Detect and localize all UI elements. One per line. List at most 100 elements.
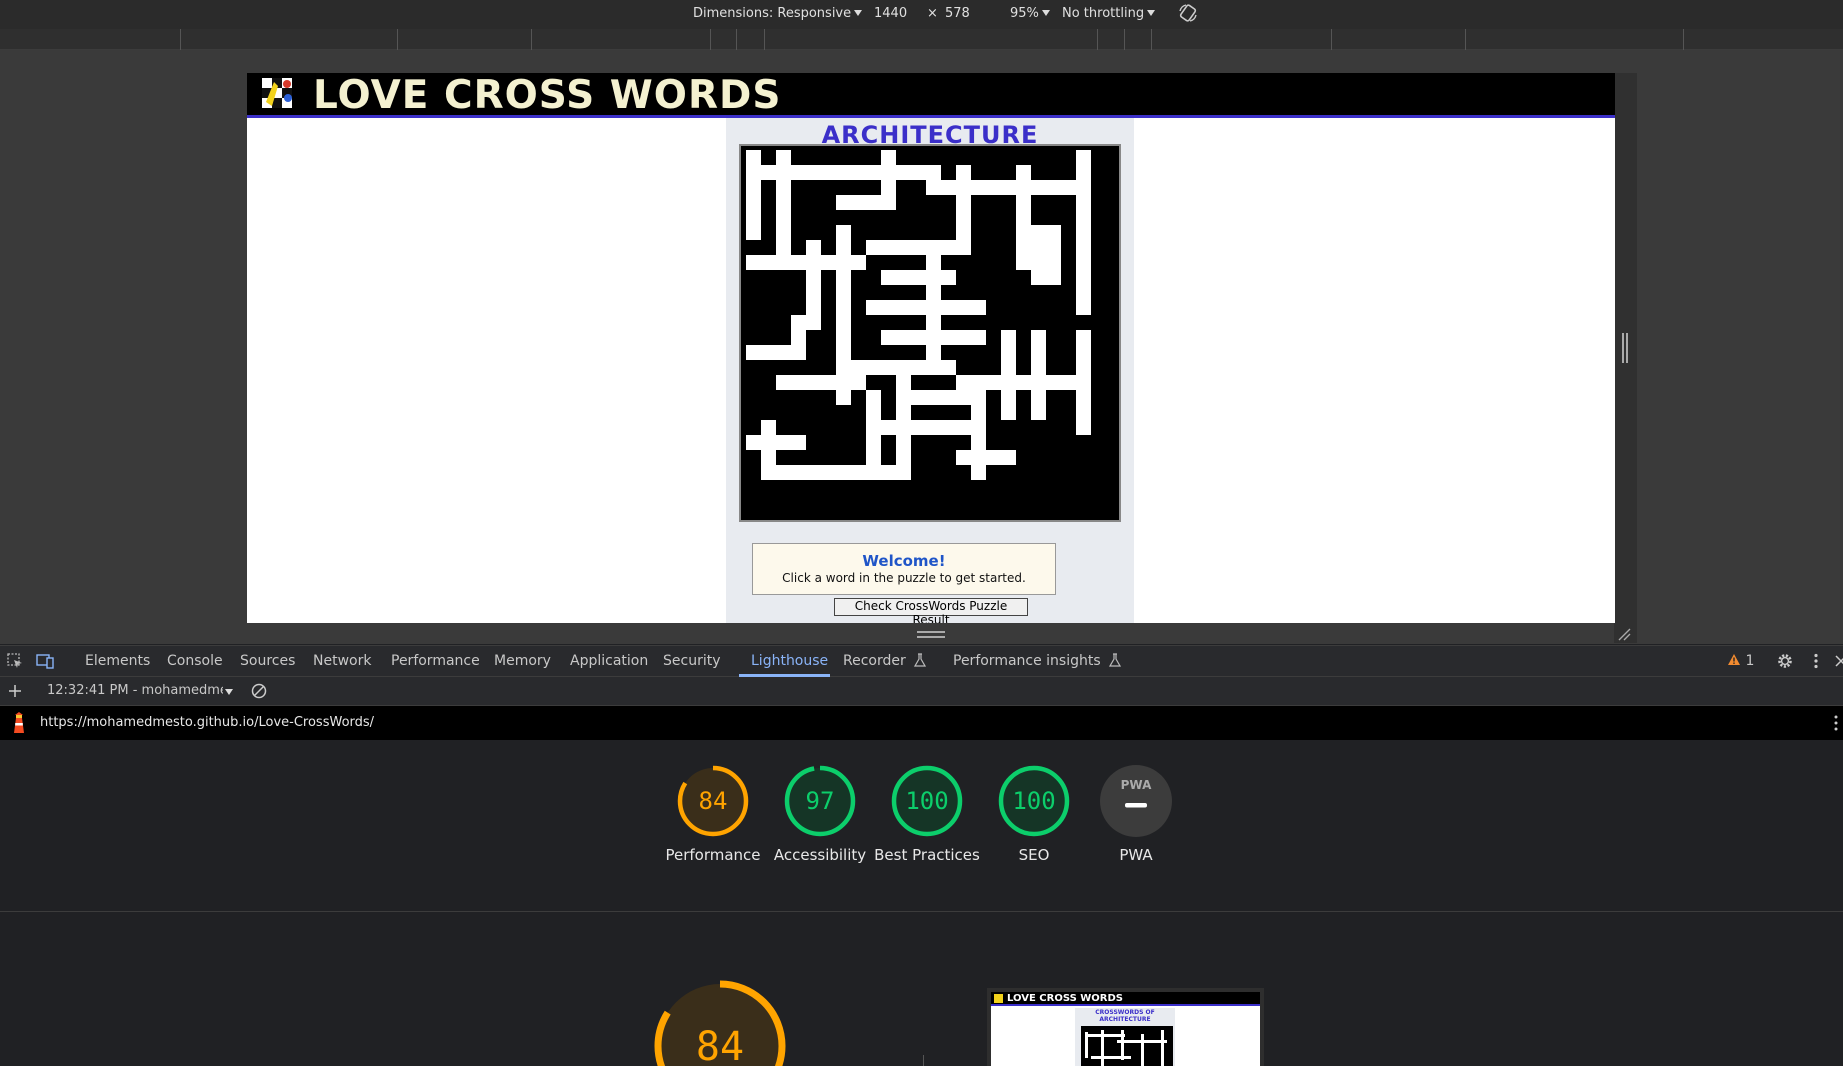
grid-cell[interactable] [896,360,911,375]
chevron-down-icon[interactable] [225,689,233,695]
grid-cell[interactable] [806,315,821,330]
tab-performance-insights[interactable]: Performance insights [953,653,1122,669]
grid-cell[interactable] [926,420,941,435]
grid-cell[interactable] [806,240,821,255]
grid-cell[interactable] [791,330,806,345]
grid-cell[interactable] [806,465,821,480]
grid-cell[interactable] [986,450,1001,465]
grid-cell[interactable] [1016,255,1031,270]
grid-cell[interactable] [1016,210,1031,225]
grid-cell[interactable] [881,300,896,315]
grid-cell[interactable] [881,465,896,480]
grid-cell[interactable] [881,195,896,210]
tab-security[interactable]: Security [663,653,721,669]
grid-cell[interactable] [926,255,941,270]
grid-cell[interactable] [926,315,941,330]
grid-cell[interactable] [1031,405,1046,420]
grid-cell[interactable] [1076,420,1091,435]
grid-cell[interactable] [1076,210,1091,225]
grid-cell[interactable] [971,420,986,435]
grid-cell[interactable] [911,240,926,255]
grid-cell[interactable] [881,240,896,255]
grid-cell[interactable] [941,300,956,315]
grid-cell[interactable] [761,255,776,270]
grid-cell[interactable] [1076,405,1091,420]
grid-cell[interactable] [1076,390,1091,405]
grid-cell[interactable] [836,285,851,300]
grid-cell[interactable] [776,165,791,180]
grid-cell[interactable] [866,390,881,405]
grid-cell[interactable] [1001,345,1016,360]
grid-cell[interactable] [971,465,986,480]
grid-cell[interactable] [956,450,971,465]
grid-cell[interactable] [1031,180,1046,195]
grid-cell[interactable] [941,330,956,345]
grid-cell[interactable] [896,465,911,480]
grid-cell[interactable] [1076,285,1091,300]
grid-cell[interactable] [806,165,821,180]
close-devtools-icon[interactable] [1832,652,1843,670]
grid-cell[interactable] [926,390,941,405]
big-performance-gauge[interactable]: 84 [650,978,790,1066]
grid-cell[interactable] [851,360,866,375]
grid-cell[interactable] [881,180,896,195]
grid-cell[interactable] [896,270,911,285]
grid-cell[interactable] [896,375,911,390]
grid-cell[interactable] [926,345,941,360]
grid-cell[interactable] [821,165,836,180]
tab-network[interactable]: Network [313,653,371,669]
grid-cell[interactable] [986,375,1001,390]
grid-cell[interactable] [926,285,941,300]
grid-cell[interactable] [806,285,821,300]
grid-cell[interactable] [776,240,791,255]
tab-application[interactable]: Application [570,653,648,669]
grid-cell[interactable] [821,255,836,270]
grid-cell[interactable] [806,270,821,285]
report-selector[interactable]: 12:32:41 PM - mohamedmestс [47,683,223,698]
grid-cell[interactable] [911,330,926,345]
grid-cell[interactable] [956,240,971,255]
grid-cell[interactable] [926,165,941,180]
grid-cell[interactable] [956,300,971,315]
grid-cell[interactable] [956,390,971,405]
grid-cell[interactable] [851,255,866,270]
inspect-element-icon[interactable] [6,652,24,670]
grid-cell[interactable] [791,465,806,480]
new-report-plus-icon[interactable] [6,682,24,700]
grid-cell[interactable] [956,195,971,210]
grid-cell[interactable] [776,465,791,480]
grid-cell[interactable] [1031,270,1046,285]
grid-cell[interactable] [971,375,986,390]
grid-cell[interactable] [881,150,896,165]
grid-cell[interactable] [806,300,821,315]
grid-cell[interactable] [776,180,791,195]
grid-cell[interactable] [836,465,851,480]
grid-cell[interactable] [896,435,911,450]
grid-cell[interactable] [761,165,776,180]
grid-cell[interactable] [1046,225,1061,240]
grid-cell[interactable] [776,435,791,450]
grid-cell[interactable] [941,240,956,255]
grid-cell[interactable] [836,165,851,180]
grid-cell[interactable] [1076,165,1091,180]
grid-cell[interactable] [896,450,911,465]
grid-cell[interactable] [1001,405,1016,420]
grid-cell[interactable] [1046,180,1061,195]
grid-cell[interactable] [1076,255,1091,270]
tab-recorder[interactable]: Recorder [843,653,927,669]
crossword-grid[interactable] [739,144,1121,522]
grid-cell[interactable] [1046,255,1061,270]
grid-cell[interactable] [836,330,851,345]
grid-cell[interactable] [1001,180,1016,195]
grid-cell[interactable] [1031,225,1046,240]
grid-cell[interactable] [866,450,881,465]
grid-cell[interactable] [1001,360,1016,375]
grid-cell[interactable] [1001,330,1016,345]
grid-cell[interactable] [911,165,926,180]
grid-cell[interactable] [806,375,821,390]
grid-cell[interactable] [896,420,911,435]
grid-cell[interactable] [866,420,881,435]
media-query-ruler[interactable] [0,29,1843,50]
grid-cell[interactable] [746,435,761,450]
grid-cell[interactable] [776,255,791,270]
